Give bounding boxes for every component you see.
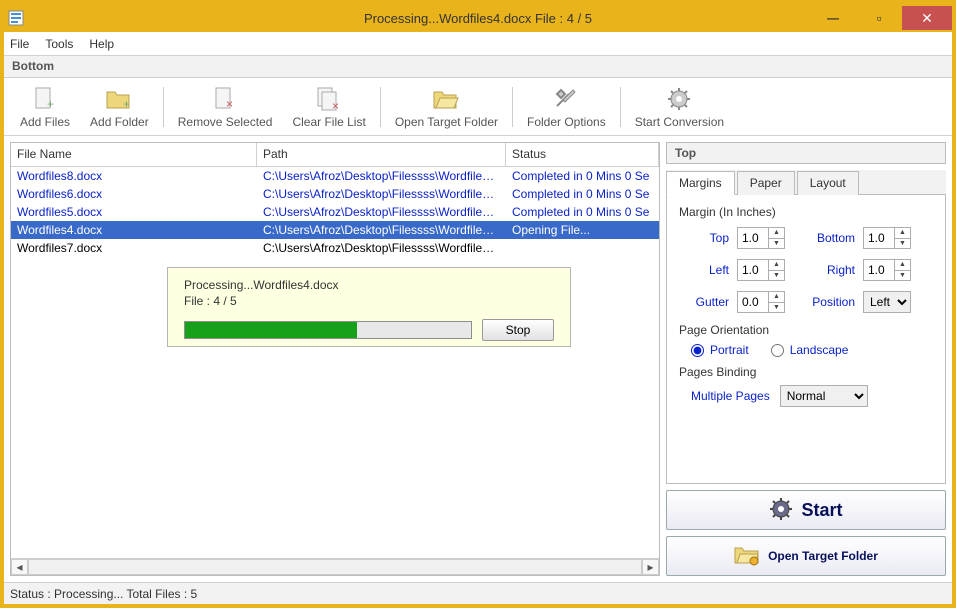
orientation-header: Page Orientation	[679, 323, 933, 337]
margin-gutter-label: Gutter	[679, 295, 729, 309]
horizontal-scrollbar[interactable]: ◂ ▸	[11, 558, 659, 575]
tabs: Margins Paper Layout	[666, 170, 946, 195]
table-row[interactable]: Wordfiles4.docxC:\Users\Afroz\Desktop\Fi…	[11, 221, 659, 239]
file-name-cell[interactable]: Wordfiles4.docx	[11, 222, 257, 238]
section-bottom-label: Bottom	[4, 56, 952, 78]
clear-file-list-button[interactable]: × Clear File List	[282, 83, 375, 131]
menu-file[interactable]: File	[10, 37, 29, 51]
file-status-cell: Opening File...	[506, 222, 659, 238]
multiple-pages-select[interactable]: Normal	[780, 385, 868, 407]
file-path-cell: C:\Users\Afroz\Desktop\Filessss\Wordfile…	[257, 204, 506, 220]
folder-open-icon	[430, 85, 462, 113]
file-grid: File Name Path Status Wordfiles8.docxC:\…	[10, 142, 660, 576]
status-text: Status : Processing... Total Files : 5	[10, 587, 197, 601]
margin-left-input[interactable]: ▲▼	[737, 259, 785, 281]
popup-line2: File : 4 / 5	[184, 294, 554, 310]
folder-options-button[interactable]: Folder Options	[517, 83, 616, 131]
margin-group-label: Margin (In Inches)	[679, 205, 933, 219]
close-button[interactable]: ✕	[902, 6, 952, 30]
gear-icon	[663, 85, 695, 113]
landscape-radio[interactable]: Landscape	[771, 343, 849, 357]
start-conversion-button[interactable]: Start Conversion	[625, 83, 734, 131]
margin-right-input[interactable]: ▲▼	[863, 259, 911, 281]
section-top-label: Top	[666, 142, 946, 164]
statusbar: Status : Processing... Total Files : 5	[4, 582, 952, 604]
table-row[interactable]: Wordfiles5.docxC:\Users\Afroz\Desktop\Fi…	[11, 203, 659, 221]
table-row[interactable]: Wordfiles7.docxC:\Users\Afroz\Desktop\Fi…	[11, 239, 659, 257]
popup-line1: Processing...Wordfiles4.docx	[184, 278, 554, 294]
file-path-cell: C:\Users\Afroz\Desktop\Filessss\Wordfile…	[257, 168, 506, 184]
minimize-button[interactable]: —	[810, 6, 856, 30]
start-button[interactable]: Start	[666, 490, 946, 530]
margin-right-label: Right	[799, 263, 855, 277]
gutter-position-select[interactable]: Left	[863, 291, 911, 313]
menu-help[interactable]: Help	[89, 37, 114, 51]
file-list-clear-icon: ×	[313, 85, 345, 113]
file-status-cell: Completed in 0 Mins 0 Se	[506, 168, 659, 184]
grid-header: File Name Path Status	[11, 143, 659, 167]
portrait-radio[interactable]: Portrait	[691, 343, 749, 357]
file-path-cell: C:\Users\Afroz\Desktop\Filessss\Wordfile…	[257, 186, 506, 202]
app-window: Processing...Wordfiles4.docx File : 4 / …	[0, 0, 956, 608]
file-status-cell: Completed in 0 Mins 0 Se	[506, 186, 659, 202]
file-status-cell: Completed in 0 Mins 0 Se	[506, 204, 659, 220]
stop-button[interactable]: Stop	[482, 319, 554, 341]
svg-text:+: +	[123, 97, 130, 111]
folder-add-icon: +	[103, 85, 135, 113]
tab-margins[interactable]: Margins	[666, 171, 735, 195]
file-path-cell: C:\Users\Afroz\Desktop\Filessss\Wordfile…	[257, 222, 506, 238]
titlebar: Processing...Wordfiles4.docx File : 4 / …	[4, 4, 952, 32]
add-files-button[interactable]: + Add Files	[10, 83, 80, 131]
col-header-name[interactable]: File Name	[11, 143, 257, 166]
open-target-folder-big-button[interactable]: Open Target Folder	[666, 536, 946, 576]
file-name-cell[interactable]: Wordfiles6.docx	[11, 186, 257, 202]
margin-left-label: Left	[679, 263, 729, 277]
file-name-cell[interactable]: Wordfiles7.docx	[11, 240, 257, 256]
file-add-icon: +	[29, 85, 61, 113]
table-row[interactable]: Wordfiles8.docxC:\Users\Afroz\Desktop\Fi…	[11, 167, 659, 185]
file-name-cell[interactable]: Wordfiles8.docx	[11, 168, 257, 184]
table-row[interactable]: Wordfiles6.docxC:\Users\Afroz\Desktop\Fi…	[11, 185, 659, 203]
remove-selected-button[interactable]: × Remove Selected	[168, 83, 283, 131]
tools-icon	[550, 85, 582, 113]
maximize-button[interactable]: ▫	[856, 6, 902, 30]
margin-gutter-input[interactable]: ▲▼	[737, 291, 785, 313]
file-remove-icon: ×	[209, 85, 241, 113]
grid-body: Wordfiles8.docxC:\Users\Afroz\Desktop\Fi…	[11, 167, 659, 558]
binding-header: Pages Binding	[679, 365, 933, 379]
col-header-path[interactable]: Path	[257, 143, 506, 166]
svg-text:+: +	[47, 97, 54, 111]
svg-text:×: ×	[226, 97, 233, 111]
svg-text:×: ×	[332, 99, 339, 112]
col-header-status[interactable]: Status	[506, 143, 659, 166]
scroll-track[interactable]	[28, 559, 642, 575]
scroll-right-icon[interactable]: ▸	[642, 559, 659, 575]
file-path-cell: C:\Users\Afroz\Desktop\Filessss\Wordfile…	[257, 240, 506, 256]
tab-paper[interactable]: Paper	[737, 171, 795, 195]
menu-tools[interactable]: Tools	[45, 37, 73, 51]
margins-tabpanel: Margin (In Inches) Top ▲▼ Bottom ▲▼ Left…	[666, 195, 946, 484]
folder-open-icon	[734, 544, 760, 569]
margin-bottom-label: Bottom	[799, 231, 855, 245]
gutter-position-label: Position	[799, 295, 855, 309]
menubar: File Tools Help	[4, 32, 952, 56]
settings-panel: Margins Paper Layout Margin (In Inches) …	[666, 170, 946, 484]
margin-top-input[interactable]: ▲▼	[737, 227, 785, 249]
file-status-cell	[506, 247, 659, 249]
multiple-pages-label: Multiple Pages	[691, 389, 770, 403]
progress-popup: Processing...Wordfiles4.docx File : 4 / …	[167, 267, 571, 347]
gear-icon	[769, 497, 793, 524]
tab-layout[interactable]: Layout	[797, 171, 859, 195]
margin-bottom-input[interactable]: ▲▼	[863, 227, 911, 249]
progress-bar	[184, 321, 472, 339]
margin-top-label: Top	[679, 231, 729, 245]
scroll-left-icon[interactable]: ◂	[11, 559, 28, 575]
open-target-folder-button[interactable]: Open Target Folder	[385, 83, 508, 131]
file-name-cell[interactable]: Wordfiles5.docx	[11, 204, 257, 220]
add-folder-button[interactable]: + Add Folder	[80, 83, 159, 131]
toolbar: + Add Files + Add Folder × Remove Select…	[4, 78, 952, 136]
